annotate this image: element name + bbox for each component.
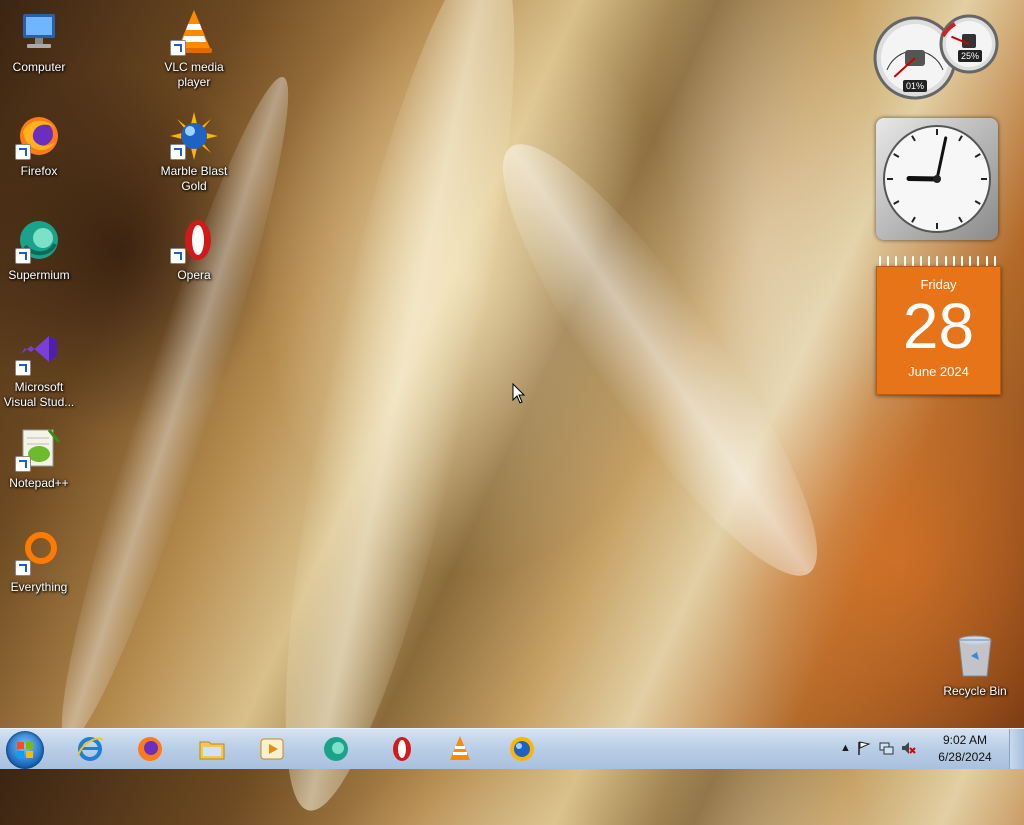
desktop-icon-recycle-bin[interactable]: Recycle Bin: [935, 632, 1015, 699]
icon-label: Everything: [0, 580, 79, 595]
taskbar-marble-blast[interactable]: [500, 732, 544, 766]
internet-explorer-icon: [75, 734, 105, 764]
vlc-cone-icon: [170, 8, 218, 56]
wallpaper-highlight: [462, 113, 859, 608]
desktop-icon-computer[interactable]: Computer: [0, 8, 79, 75]
calendar-month-year: June 2024: [877, 364, 1000, 379]
visual-studio-icon: [15, 328, 63, 376]
cpu-usage-text: 01%: [903, 80, 927, 92]
desktop-icon-marble-blast[interactable]: Marble BlastGold: [154, 112, 234, 194]
desktop-icon-vlc[interactable]: VLC mediaplayer: [154, 8, 234, 90]
volume-muted-icon[interactable]: [900, 740, 916, 756]
shortcut-arrow-icon: [15, 360, 31, 376]
media-player-icon: [257, 734, 287, 764]
firefox-icon: [135, 734, 165, 764]
taskbar: ▲ 9:02 AM 6/28/2024: [0, 728, 1024, 769]
system-tray: ▲ 9:02 AM 6/28/2024: [834, 729, 1024, 769]
shortcut-arrow-icon: [170, 248, 186, 264]
show-hidden-icons-button[interactable]: ▲: [840, 742, 851, 754]
desktop-icon-opera[interactable]: Opera: [154, 216, 234, 283]
taskbar-opera[interactable]: [380, 732, 424, 766]
taskbar-firefox[interactable]: [128, 732, 172, 766]
folder-icon: [197, 734, 227, 764]
desktop-icon-visual-studio[interactable]: MicrosoftVisual Stud...: [0, 328, 79, 410]
taskbar-internet-explorer[interactable]: [68, 732, 112, 766]
taskbar-file-explorer[interactable]: [190, 732, 234, 766]
vlc-cone-icon: [445, 734, 475, 764]
desktop[interactable]: Computer Firefox Supermium MicrosoftVisu…: [0, 0, 1024, 728]
icon-label: Computer: [0, 60, 79, 75]
everything-icon: [15, 528, 63, 576]
show-desktop-button[interactable]: [1009, 729, 1024, 769]
notepadpp-icon: [15, 424, 63, 472]
shortcut-arrow-icon: [170, 40, 186, 56]
start-button[interactable]: [6, 731, 44, 769]
windows-logo-icon: [6, 731, 44, 769]
supermium-icon: [321, 734, 351, 764]
shortcut-arrow-icon: [15, 144, 31, 160]
icon-label: Marble BlastGold: [154, 164, 234, 194]
clock-gadget[interactable]: [876, 118, 998, 240]
calendar-gadget[interactable]: Friday 28 June 2024: [876, 256, 999, 393]
mouse-cursor-icon: [512, 383, 526, 405]
icon-label: MicrosoftVisual Stud...: [0, 380, 79, 410]
opera-icon: [170, 216, 218, 264]
taskbar-clock-date[interactable]: 6/28/2024: [930, 750, 1000, 764]
calendar-page: Friday 28 June 2024: [876, 266, 1001, 395]
icon-label: VLC mediaplayer: [154, 60, 234, 90]
desktop-icon-firefox[interactable]: Firefox: [0, 112, 79, 179]
calendar-day: 28: [877, 294, 1000, 358]
icon-label: Supermium: [0, 268, 79, 283]
shortcut-arrow-icon: [15, 456, 31, 472]
desktop-icon-everything[interactable]: Everything: [0, 528, 79, 595]
recycle-bin-icon: [951, 632, 999, 680]
supermium-icon: [15, 216, 63, 264]
taskbar-vlc[interactable]: [438, 732, 482, 766]
taskbar-supermium[interactable]: [314, 732, 358, 766]
icon-label: Recycle Bin: [935, 684, 1015, 699]
marble-blast-icon: [170, 112, 218, 160]
network-icon[interactable]: [878, 740, 894, 756]
taskbar-media-player[interactable]: [250, 732, 294, 766]
shortcut-arrow-icon: [170, 144, 186, 160]
icon-label: Notepad++: [0, 476, 79, 491]
memory-usage-text: 25%: [958, 50, 982, 62]
action-center-flag-icon[interactable]: [856, 740, 872, 756]
firefox-icon: [15, 112, 63, 160]
opera-icon: [387, 734, 417, 764]
icon-label: Firefox: [0, 164, 79, 179]
desktop-icon-notepadpp[interactable]: Notepad++: [0, 424, 79, 491]
shortcut-arrow-icon: [15, 248, 31, 264]
icon-label: Opera: [154, 268, 234, 283]
wallpaper-highlight: [240, 0, 560, 825]
marble-blast-icon: [507, 734, 537, 764]
computer-icon: [15, 8, 63, 56]
taskbar-clock-time[interactable]: 9:02 AM: [930, 733, 1000, 747]
shortcut-arrow-icon: [15, 560, 31, 576]
desktop-icon-supermium[interactable]: Supermium: [0, 216, 79, 283]
cpu-meter-gadget[interactable]: 01% 25%: [873, 8, 1001, 100]
